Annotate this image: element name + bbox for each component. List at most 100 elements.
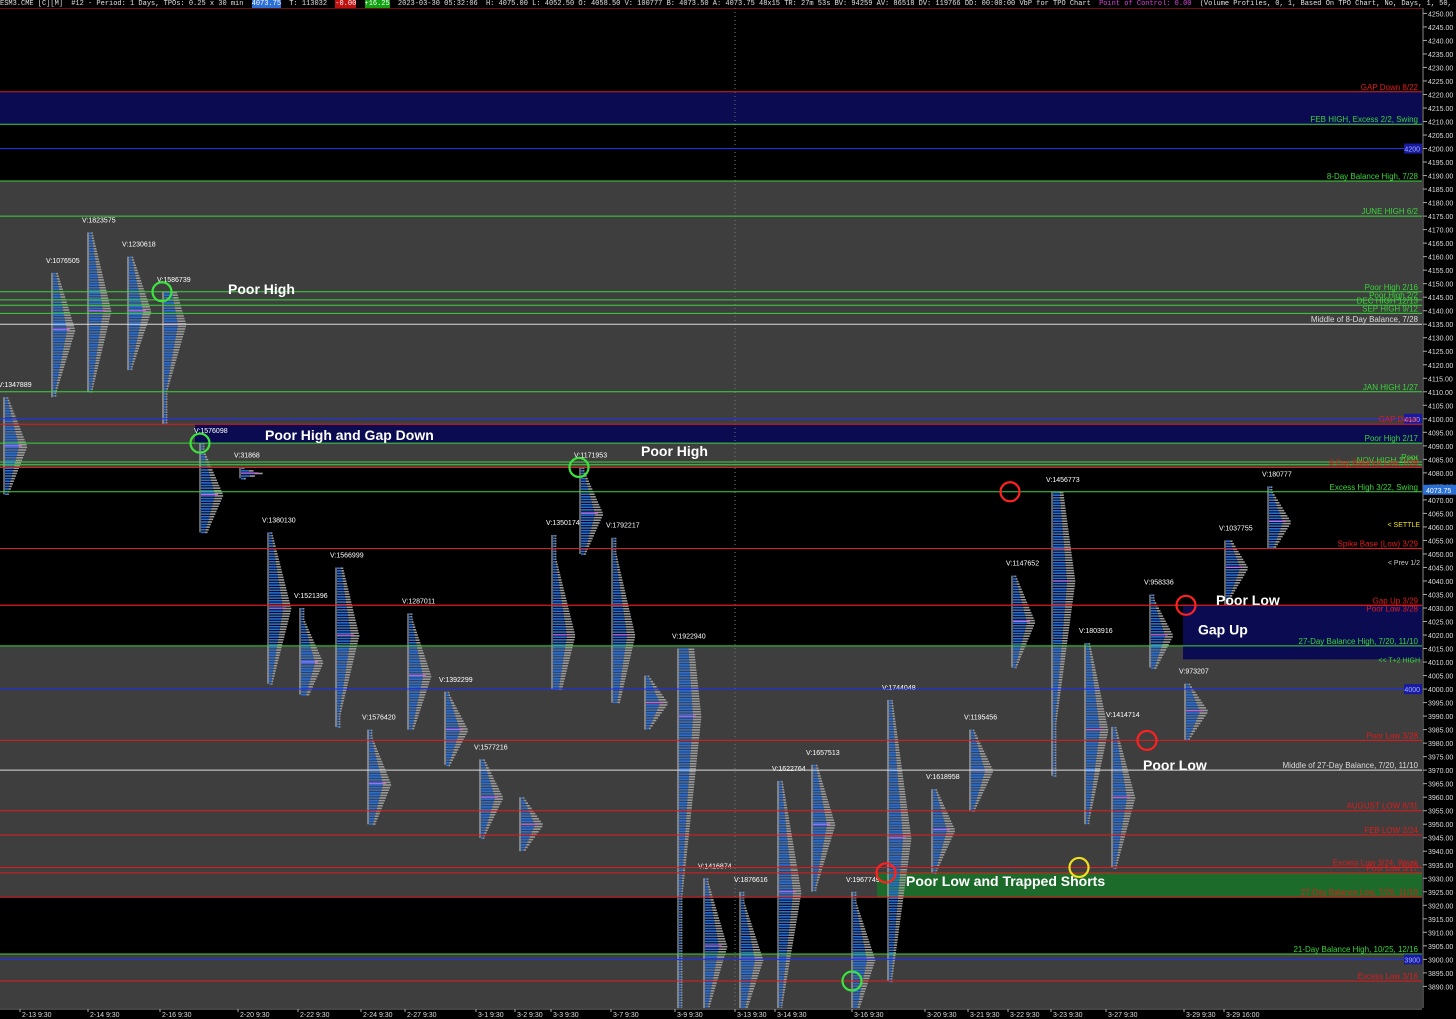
tpo-bar [409,618,412,621]
tpo-bar [553,613,564,615]
volume-bar [449,761,452,764]
volume-bar [689,775,696,778]
volume-bar [1065,561,1073,564]
tpo-bar [889,803,901,806]
volume-bar [1016,580,1019,583]
tpo-bar [613,555,616,558]
volume-bar [62,353,69,356]
profile-volume-label: V:1147652 [1006,561,1039,568]
volume-bar [131,368,133,371]
volume-bar [305,626,308,628]
volume-bar [1115,732,1118,734]
tpo-bar [813,788,821,790]
tpo-bar [1086,718,1099,721]
volume-bar [565,626,574,628]
volume-bar [55,392,57,395]
tpo-bar [1226,563,1239,566]
tpo-bar [53,314,65,317]
volume-bar [691,736,700,739]
volume-bar [558,579,562,581]
volume-bar [277,641,283,644]
tpo-bar [1053,533,1064,535]
tpo-bar [813,889,816,892]
volume-bar [280,625,287,628]
volume-bar [560,675,566,678]
tpo-bar [201,502,213,505]
tpo-bar [409,720,414,722]
volume-bar [981,758,988,760]
volume-bar [681,983,683,986]
tpo-bar [581,501,592,503]
volume-bar [486,824,491,826]
volume-bar [61,358,67,361]
tpo-bar [53,361,61,363]
tpo-chart[interactable]: V:1347889V:1076505V:1823575V:1230618V:15… [0,0,1456,1019]
tpo-bar [446,696,450,699]
tpo-bar [337,661,348,663]
volume-bar [141,319,149,321]
volume-bar [691,744,699,747]
tpo-bar [679,924,682,926]
volume-bar [977,794,982,797]
tpo-bar [1013,637,1023,640]
volume-bar [62,306,69,309]
volume-bar [1281,517,1289,520]
volume-bar [347,609,354,611]
tpo-bar [53,363,61,366]
volume-bar [204,456,208,458]
tpo-bar [1151,659,1158,662]
volume-bar [974,805,978,807]
time-tick-label: 3-13 9:30 [737,1012,767,1019]
volume-bar [709,893,713,896]
volume-bar [419,694,426,696]
volume-bar [893,949,897,952]
tpo-bar [779,918,791,921]
tpo-bar [779,926,790,929]
level-label: Poor Low 3/17 [1366,864,1418,873]
tpo-bar [889,785,899,788]
volume-bar [790,864,797,866]
volume-bar [451,702,455,704]
tpo-bar [679,968,682,970]
volume-bar [747,995,752,998]
tpo-bar [337,570,342,572]
tpo-bar [89,237,93,240]
tpo-bar [705,917,714,919]
volume-bar [275,558,279,560]
volume-bar [789,923,797,926]
volume-bar [101,302,110,305]
volume-bar [94,250,98,253]
volume-bar [891,975,893,978]
volume-bar [708,1005,710,1008]
tpo-bar [269,612,283,615]
tpo-bar [369,797,380,799]
volume-bar [1123,820,1130,823]
tpo-bar [301,613,304,615]
volume-bar [681,991,683,994]
tpo-bar [1269,486,1272,488]
volume-bar [420,686,428,688]
volume-bar [419,657,426,660]
volume-bar [1064,613,1071,616]
tpo-bar [521,843,527,846]
tpo-bar [889,731,894,733]
volume-bar [892,712,895,715]
tpo-bar [129,300,141,303]
volume-bar [303,618,305,620]
volume-bar [615,558,618,561]
tpo-bar [521,802,526,804]
tpo-bar [779,968,785,970]
tpo-bar [1186,699,1196,701]
tpo-bar [1053,746,1056,749]
volume-bar [894,933,899,936]
volume-bar [899,793,906,796]
volume-bar [176,315,184,317]
volume-bar [657,696,665,698]
tpo-bar [613,542,616,545]
volume-bar [1062,522,1068,525]
volume-bar [1018,656,1022,658]
volume-bar [489,777,494,780]
volume-bar [1120,836,1125,838]
tpo-bar [813,793,822,795]
tpo-bar [1086,650,1090,653]
